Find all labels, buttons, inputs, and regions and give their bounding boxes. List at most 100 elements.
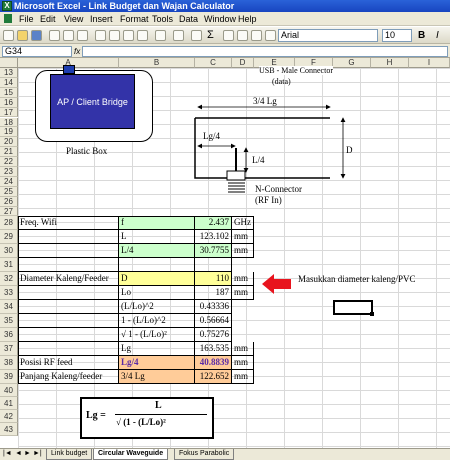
cell-c35[interactable]: 0.56664 <box>195 314 232 328</box>
cell-a29[interactable] <box>18 230 119 244</box>
row-header-25[interactable]: 25 <box>0 186 18 197</box>
cell-c38[interactable]: 40.8839 <box>195 356 232 370</box>
column-header-h[interactable]: H <box>371 58 409 68</box>
cell-c28[interactable]: 2.437 <box>195 216 232 230</box>
drawing-icon[interactable] <box>265 30 276 41</box>
menu-data[interactable]: Data <box>179 14 198 24</box>
row-header-22[interactable]: 22 <box>0 157 18 167</box>
cell-d32[interactable]: mm <box>232 272 254 286</box>
cell-c37[interactable]: 163.535 <box>195 342 232 356</box>
row-header-33[interactable]: 33 <box>0 286 18 300</box>
cell-a37[interactable] <box>18 342 119 356</box>
cell-b39[interactable]: 3/4 Lg <box>119 370 195 384</box>
row-header-40[interactable]: 40 <box>0 384 18 397</box>
cell-c29[interactable]: 123.102 <box>195 230 232 244</box>
prev-sheet-icon[interactable]: ◄ <box>15 450 22 457</box>
column-header-c[interactable]: C <box>195 58 232 68</box>
cell-a35[interactable] <box>18 314 119 328</box>
save-icon[interactable] <box>31 30 42 41</box>
row-header-34[interactable]: 34 <box>0 300 18 314</box>
preview-icon[interactable] <box>63 30 74 41</box>
autosum-icon[interactable]: Σ <box>207 30 218 41</box>
row-header-37[interactable]: 37 <box>0 342 18 356</box>
format-painter-icon[interactable] <box>137 30 148 41</box>
cell-b37[interactable]: Lg <box>119 342 195 356</box>
cell-c33[interactable]: 187 <box>195 286 232 300</box>
cell-a33[interactable] <box>18 286 119 300</box>
cell-a34[interactable] <box>18 300 119 314</box>
new-icon[interactable] <box>3 30 14 41</box>
row-header-27[interactable]: 27 <box>0 206 18 217</box>
sort-desc-icon[interactable] <box>237 30 248 41</box>
cell-d39[interactable]: mm <box>232 370 254 384</box>
cell-d29[interactable]: mm <box>232 230 254 244</box>
spell-icon[interactable] <box>77 30 88 41</box>
menu-edit[interactable]: Edit <box>40 14 56 24</box>
cell-b29[interactable]: L <box>119 230 195 244</box>
name-box[interactable]: G34 <box>2 46 72 57</box>
cell-b35[interactable]: 1 - (L/Lo)^2 <box>119 314 195 328</box>
active-cell-g34[interactable] <box>333 300 373 315</box>
row-header-38[interactable]: 38 <box>0 356 18 370</box>
print-icon[interactable] <box>49 30 60 41</box>
cell-c34[interactable]: 0.43336 <box>195 300 232 314</box>
row-header-13[interactable]: 13 <box>0 68 18 78</box>
cell-d37[interactable]: mm <box>232 342 254 356</box>
sort-asc-icon[interactable] <box>223 30 234 41</box>
row-header-14[interactable]: 14 <box>0 77 18 88</box>
row-header-36[interactable]: 36 <box>0 328 18 342</box>
cell-c30[interactable]: 30.7755 <box>195 244 232 258</box>
open-icon[interactable] <box>17 30 28 41</box>
cell-c32[interactable]: 110 <box>195 272 232 286</box>
undo-icon[interactable] <box>155 30 166 41</box>
column-header-d[interactable]: D <box>232 58 254 68</box>
cell-a31[interactable] <box>18 258 119 272</box>
row-header-31[interactable]: 31 <box>0 258 18 272</box>
fill-handle[interactable] <box>370 312 374 316</box>
row-header-35[interactable]: 35 <box>0 314 18 328</box>
cell-d30[interactable]: mm <box>232 244 254 258</box>
fx-icon[interactable]: fx <box>74 47 80 56</box>
column-header-g[interactable]: G <box>333 58 371 68</box>
cell-c39[interactable]: 122.652 <box>195 370 232 384</box>
cell-b36[interactable]: √ 1 - (L/Lo)² <box>119 328 195 342</box>
cell-b28[interactable]: f <box>119 216 195 230</box>
italic-button[interactable]: I <box>436 30 439 41</box>
row-header-28[interactable]: 28 <box>0 216 18 230</box>
cell-b33[interactable]: Lo <box>119 286 195 300</box>
paste-icon[interactable] <box>123 30 134 41</box>
first-sheet-icon[interactable]: |◄ <box>3 450 12 457</box>
row-header-43[interactable]: 43 <box>0 423 18 436</box>
menu-window[interactable]: Window <box>204 14 236 24</box>
cell-a38[interactable]: Posisi RF feed <box>18 356 119 370</box>
formula-input[interactable] <box>82 46 448 57</box>
cell-d33[interactable]: mm <box>232 286 254 300</box>
row-header-24[interactable]: 24 <box>0 176 18 187</box>
cell-a30[interactable] <box>18 244 119 258</box>
menu-tools[interactable]: Tools <box>152 14 173 24</box>
hyperlink-icon[interactable] <box>191 30 202 41</box>
cell-d38[interactable]: mm <box>232 356 254 370</box>
row-header-39[interactable]: 39 <box>0 370 18 384</box>
row-header-21[interactable]: 21 <box>0 147 18 158</box>
redo-icon[interactable] <box>173 30 184 41</box>
column-header-i[interactable]: I <box>409 58 450 68</box>
row-header-17[interactable]: 17 <box>0 107 18 118</box>
next-sheet-icon[interactable]: ► <box>24 450 31 457</box>
tab-fokus-parabolic[interactable]: Fokus Parabolic <box>174 449 235 460</box>
cell-a39[interactable]: Panjang Kaleng/feeder <box>18 370 119 384</box>
row-header-32[interactable]: 32 <box>0 272 18 286</box>
tab-link-budget[interactable]: Link budget <box>46 449 93 460</box>
cell-b38[interactable]: Lg/4 <box>119 356 195 370</box>
row-header-23[interactable]: 23 <box>0 167 18 177</box>
cell-a32[interactable]: Diameter Kaleng/Feeder <box>18 272 119 286</box>
cell-d28[interactable]: GHz <box>232 216 254 230</box>
row-header-20[interactable]: 20 <box>0 137 18 148</box>
row-header-15[interactable]: 15 <box>0 87 18 98</box>
last-sheet-icon[interactable]: ►| <box>33 450 42 457</box>
font-name-select[interactable]: Arial <box>278 29 378 42</box>
tab-circular-waveguide[interactable]: Circular Waveguide <box>93 449 169 460</box>
row-header-42[interactable]: 42 <box>0 410 18 423</box>
menu-insert[interactable]: Insert <box>90 14 113 24</box>
menu-file[interactable]: File <box>19 14 34 24</box>
